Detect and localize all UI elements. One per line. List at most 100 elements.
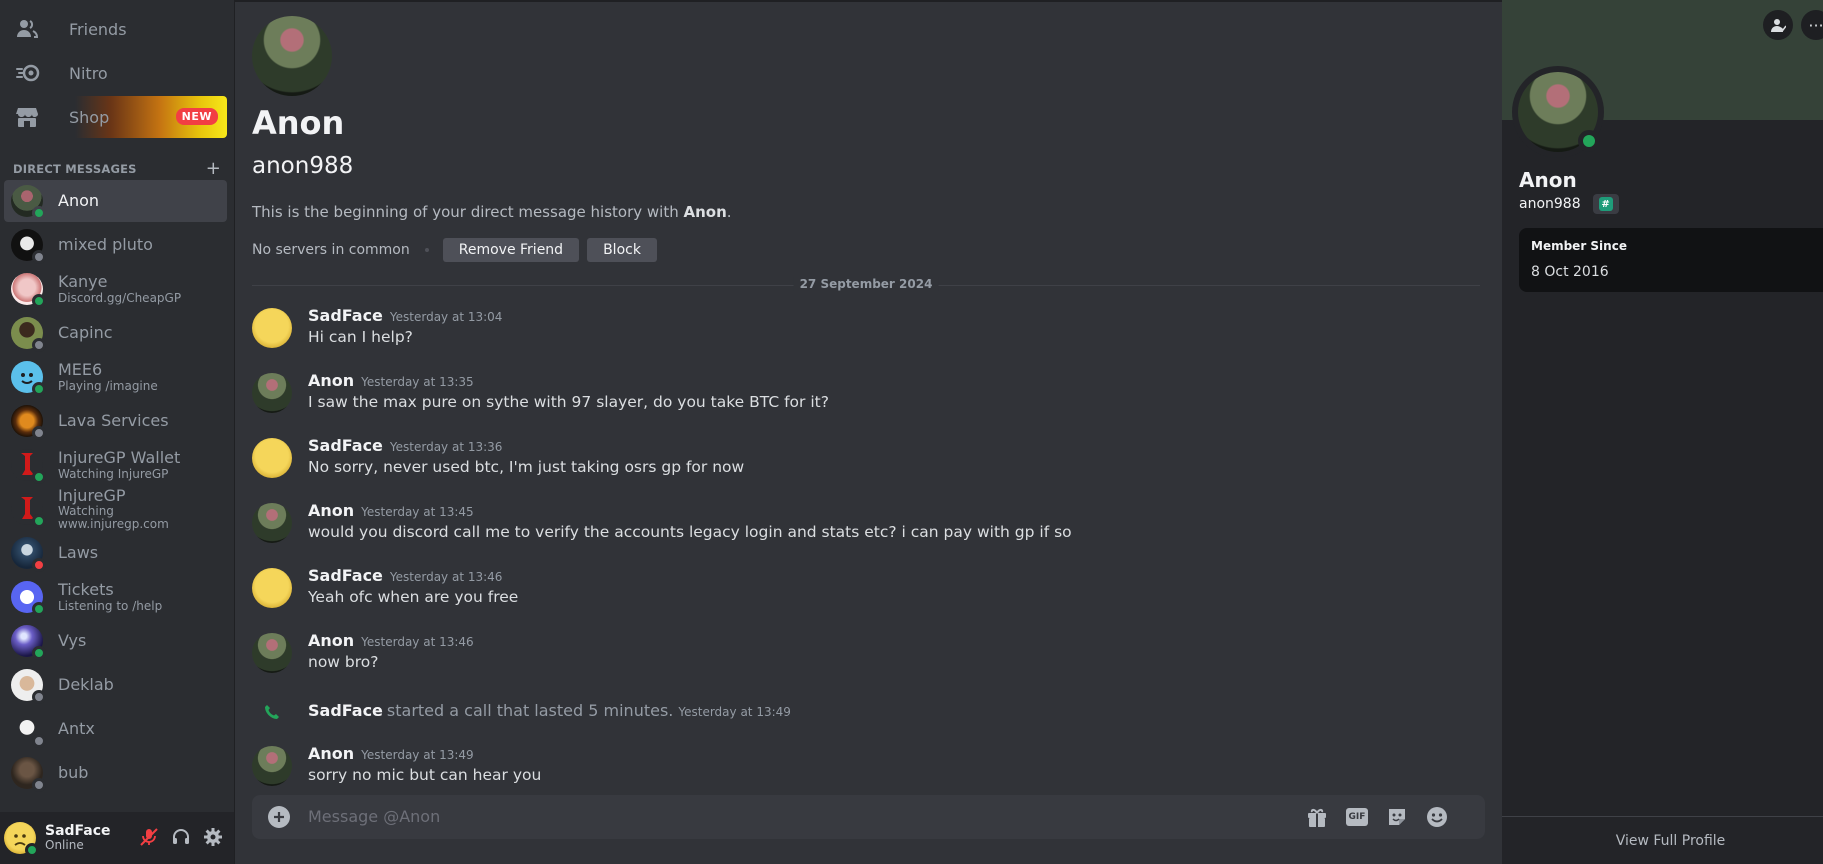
author-avatar[interactable] xyxy=(252,568,292,608)
dm-item-injuregp-wallet[interactable]: InjureGP Wallet Watching InjureGP xyxy=(4,444,227,486)
message-timestamp: Yesterday at 13:36 xyxy=(389,440,503,454)
status-online-indicator xyxy=(25,843,39,857)
user-panel: SadFace Online xyxy=(0,812,234,864)
avatar xyxy=(11,361,46,396)
intro-prefix: This is the beginning of your direct mes… xyxy=(252,203,684,221)
block-button[interactable]: Block xyxy=(587,238,657,262)
profile-avatar[interactable] xyxy=(252,16,332,96)
dm-name: Lava Services xyxy=(58,411,169,431)
dm-item-mee6[interactable]: MEE6 Playing /imagine xyxy=(4,356,227,398)
date-divider-label: 27 September 2024 xyxy=(793,277,939,291)
chat-area: Anon anon988 This is the beginning of yo… xyxy=(234,0,1733,864)
author-avatar[interactable] xyxy=(252,308,292,348)
dm-name: bub xyxy=(58,763,89,783)
message-text: No sorry, never used btc, I'm just takin… xyxy=(308,458,745,476)
member-since-card: Member Since 8 Oct 2016 xyxy=(1519,228,1823,292)
nav-friends[interactable]: Friends xyxy=(4,8,227,50)
upload-plus-icon[interactable] xyxy=(268,806,290,828)
dm-item-laws[interactable]: Laws xyxy=(4,532,227,574)
message-author[interactable]: Anon xyxy=(308,744,354,763)
author-avatar[interactable] xyxy=(252,373,292,413)
direct-messages-header: DIRECT MESSAGES + xyxy=(13,158,223,179)
message-author[interactable]: SadFace xyxy=(308,306,383,325)
avatar xyxy=(11,713,46,748)
new-badge: NEW xyxy=(175,108,218,125)
nav-nitro-label: Nitro xyxy=(69,63,108,83)
gift-icon[interactable] xyxy=(1305,805,1329,829)
message-text: would you discord call me to verify the … xyxy=(308,523,1072,541)
status-offline-indicator xyxy=(32,250,46,264)
avatar xyxy=(11,669,46,704)
nav-shop-label: Shop xyxy=(69,107,110,127)
nav-shop[interactable]: Shop NEW xyxy=(4,96,227,138)
dm-item-tickets[interactable]: Tickets Listening to /help xyxy=(4,576,227,618)
message-author[interactable]: SadFace xyxy=(308,436,383,455)
emoji-icon[interactable] xyxy=(1425,805,1449,829)
author-avatar[interactable] xyxy=(252,633,292,673)
gif-icon[interactable]: GIF xyxy=(1345,805,1369,829)
more-options-icon[interactable]: ··· xyxy=(1801,10,1823,40)
author-avatar[interactable] xyxy=(252,746,292,786)
dm-item-kanye[interactable]: Kanye Discord.gg/CheapGP xyxy=(4,268,227,310)
call-text: started a call that lasted 5 minutes. xyxy=(386,701,674,720)
message-composer[interactable]: Message @Anon GIF xyxy=(252,795,1485,839)
add-friend-icon[interactable] xyxy=(1763,10,1793,40)
author-avatar[interactable] xyxy=(252,503,292,543)
nav-nitro[interactable]: Nitro xyxy=(4,52,227,94)
message-author[interactable]: SadFace xyxy=(308,566,383,585)
dm-name: Kanye xyxy=(58,272,108,292)
profile-panel-username-row: anon988 # xyxy=(1519,194,1619,214)
dm-item-anon[interactable]: Anon xyxy=(4,180,227,222)
gif-label: GIF xyxy=(1346,808,1368,826)
status-online-indicator xyxy=(32,646,46,660)
dm-name: Tickets xyxy=(58,580,114,600)
nitro-icon xyxy=(15,63,45,83)
status-online-indicator xyxy=(32,602,46,616)
member-since-date: 8 Oct 2016 xyxy=(1531,264,1609,280)
status-online-indicator xyxy=(32,294,46,308)
author-avatar[interactable] xyxy=(252,438,292,478)
status-online-indicator xyxy=(1578,130,1600,152)
avatar xyxy=(11,317,46,352)
dm-intro-text: This is the beginning of your direct mes… xyxy=(252,203,732,221)
dm-item-deklab[interactable]: Deklab xyxy=(4,664,227,706)
dm-item-injuregp[interactable]: InjureGP Watching www.injuregp.com xyxy=(4,486,227,531)
dm-item-bub[interactable]: bub xyxy=(4,752,227,794)
message-text: Yeah ofc when are you free xyxy=(308,588,519,606)
settings-gear-icon[interactable] xyxy=(202,826,224,848)
dm-sidebar: Friends Nitro Shop NEW DIRECT MESSAGES +… xyxy=(0,0,234,864)
view-full-profile-button[interactable]: View Full Profile xyxy=(1502,816,1823,864)
dm-item-vys[interactable]: Vys xyxy=(4,620,227,662)
message-input-placeholder[interactable]: Message @Anon xyxy=(308,807,440,826)
mutual-servers-text: No servers in common xyxy=(252,242,410,258)
phone-call-icon xyxy=(252,702,292,722)
call-author[interactable]: SadFace xyxy=(308,701,383,720)
hashtag-badge-icon[interactable]: # xyxy=(1592,194,1619,214)
avatar xyxy=(11,185,46,220)
dm-name: Deklab xyxy=(58,675,114,695)
status-online-indicator xyxy=(32,206,46,220)
avatar xyxy=(11,757,46,792)
dm-name: Capinc xyxy=(58,323,113,343)
message-author[interactable]: Anon xyxy=(308,631,354,650)
call-system-message: SadFace started a call that lasted 5 min… xyxy=(252,698,791,720)
dm-item-antx[interactable]: Antx xyxy=(4,708,227,750)
sticker-icon[interactable] xyxy=(1385,805,1409,829)
message-author[interactable]: Anon xyxy=(308,501,354,520)
view-full-profile-label: View Full Profile xyxy=(1615,832,1726,849)
intro-name: Anon xyxy=(683,203,727,221)
dm-activity: Listening to /help xyxy=(58,598,163,613)
create-dm-plus-icon[interactable]: + xyxy=(206,158,221,179)
dm-item-mixed-pluto[interactable]: mixed pluto xyxy=(4,224,227,266)
mute-microphone-icon[interactable] xyxy=(138,826,160,848)
user-avatar[interactable] xyxy=(4,822,39,857)
message-timestamp: Yesterday at 13:35 xyxy=(361,375,474,389)
message-author[interactable]: Anon xyxy=(308,371,354,390)
status-dnd-indicator xyxy=(32,558,46,572)
headphones-icon[interactable] xyxy=(170,826,192,848)
remove-friend-button[interactable]: Remove Friend xyxy=(442,238,580,262)
dm-item-capinc[interactable]: Capinc xyxy=(4,312,227,354)
avatar xyxy=(11,493,46,528)
dm-item-lava-services[interactable]: Lava Services xyxy=(4,400,227,442)
status-offline-indicator xyxy=(32,778,46,792)
